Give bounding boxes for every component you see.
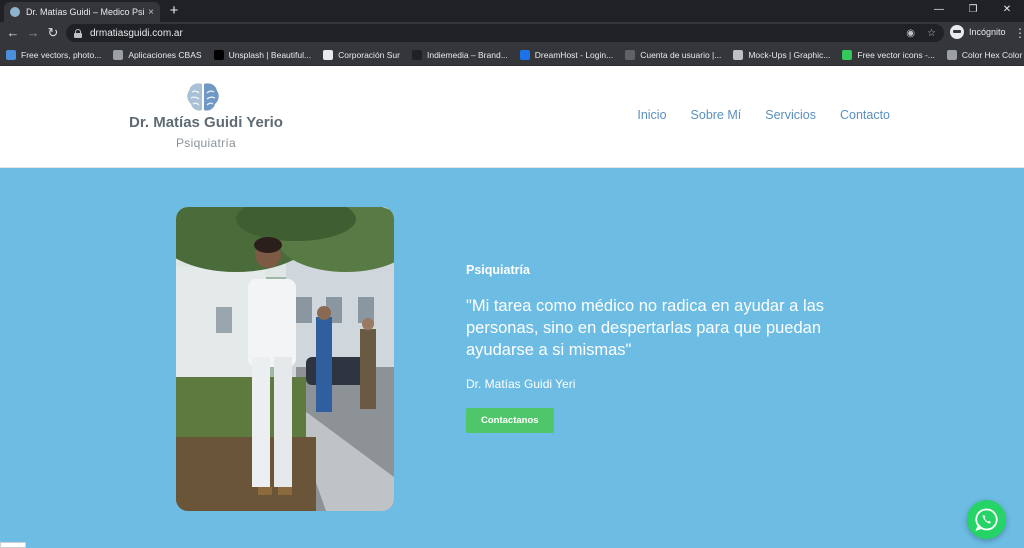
new-tab-button[interactable]: + — [166, 2, 182, 20]
minimize-icon[interactable]: — — [922, 0, 956, 20]
bookmark-favicon-icon — [946, 49, 957, 60]
bookmark-label: Free vector icons -... — [857, 49, 935, 60]
bookmark-favicon-icon — [113, 49, 124, 60]
close-window-icon[interactable]: ✕ — [990, 0, 1024, 20]
whatsapp-icon[interactable] — [967, 500, 1006, 539]
bookmark-favicon-icon — [213, 49, 224, 60]
status-stub — [0, 542, 26, 548]
bookmark-item[interactable]: Free vector icons -... — [842, 49, 935, 60]
url-text[interactable]: drmatiasguidi.com.ar — [90, 28, 894, 39]
bookmark-favicon-icon — [323, 49, 334, 60]
nav-link-sobre-mi[interactable]: Sobre Mí — [691, 108, 742, 122]
doctor-photo — [176, 207, 394, 511]
bookmark-item[interactable]: Unsplash | Beautiful... — [213, 49, 312, 60]
browser-toolbar: ← → ↻ drmatiasguidi.com.ar ◉ ☆ Incógnito… — [0, 22, 1024, 44]
bookmark-favicon-icon — [411, 49, 422, 60]
tab-title: Dr. Matías Guidi – Medico Psiqui... — [26, 7, 144, 17]
nav-link-inicio[interactable]: Inicio — [637, 108, 666, 122]
menu-dots-icon[interactable]: ⋮ — [1014, 24, 1024, 42]
bookmark-label: Mock-Ups | Graphic... — [748, 49, 831, 60]
back-arrow-icon[interactable]: ← — [4, 24, 22, 42]
hero-label: Psiquiatría — [466, 263, 530, 277]
bookmark-label: Unsplash | Beautiful... — [228, 49, 312, 60]
bookmark-item[interactable]: Corporación Sur — [323, 49, 400, 60]
bookmark-favicon-icon — [625, 49, 636, 60]
reload-icon[interactable]: ↻ — [44, 24, 62, 42]
browser-tab[interactable]: Dr. Matías Guidi – Medico Psiqui... × — [4, 2, 160, 22]
bookmark-item[interactable]: DreamHost - Login... — [519, 49, 614, 60]
site-header: Dr. Matías Guidi Yerio Psiquiatría Inici… — [0, 66, 1024, 168]
forward-arrow-icon[interactable]: → — [24, 24, 42, 42]
hero-quote: "Mi tarea como médico no radica en ayuda… — [466, 297, 825, 359]
bookmark-label: Cuenta de usuario |... — [640, 49, 722, 60]
brand-name[interactable]: Dr. Matías Guidi Yerio — [120, 114, 292, 131]
bookmark-item[interactable]: Mock-Ups | Graphic... — [733, 49, 831, 60]
bookmark-label: Aplicaciones CBAS — [128, 49, 202, 60]
bookmark-favicon-icon — [519, 49, 530, 60]
hero-text-block: Psiquiatría "Mi tarea como médico no rad… — [466, 263, 886, 433]
bookmark-label: Free vectors, photo... — [21, 49, 102, 60]
bookmark-item[interactable]: Color Hex Color Co... — [946, 49, 1024, 60]
main-nav: Inicio Sobre Mí Servicios Contacto — [613, 108, 890, 122]
bookmark-item[interactable]: Cuenta de usuario |... — [625, 49, 722, 60]
bookmarks-bar: Free vectors, photo... Aplicaciones CBAS U… — [0, 44, 1024, 66]
bookmark-label: Corporación Sur — [338, 49, 400, 60]
brand-subtitle: Psiquiatría — [176, 136, 236, 150]
bookmark-favicon-icon — [733, 49, 744, 60]
eye-slash-icon[interactable]: ◉ — [906, 28, 915, 39]
brain-favicon-icon — [10, 7, 20, 17]
bookmark-label: Color Hex Color Co... — [961, 49, 1024, 60]
browser-tabstrip: Dr. Matías Guidi – Medico Psiqui... × + … — [0, 0, 1024, 22]
tab-close-icon[interactable]: × — [148, 7, 154, 18]
contact-button[interactable]: Contactanos — [466, 408, 554, 433]
star-icon[interactable]: ☆ — [927, 28, 936, 39]
incognito-icon — [950, 25, 964, 39]
nav-link-contacto[interactable]: Contacto — [840, 108, 890, 122]
hero-author: Dr. Matías Guidi Yeri — [466, 377, 576, 391]
bookmark-label: DreamHost - Login... — [534, 49, 614, 60]
bookmark-label: Indiemedia – Brand... — [426, 49, 508, 60]
hero-section: Psiquiatría "Mi tarea como médico no rad… — [0, 168, 1024, 548]
bookmark-item[interactable]: Free vectors, photo... — [6, 49, 102, 60]
bookmark-favicon-icon — [6, 49, 16, 60]
incognito-indicator[interactable]: Incógnito — [950, 25, 1006, 39]
brain-logo-icon[interactable] — [186, 81, 220, 113]
window-controls: — ❐ ✕ — [922, 0, 1024, 22]
lock-icon — [74, 28, 82, 38]
incognito-label: Incógnito — [969, 27, 1006, 37]
restore-icon[interactable]: ❐ — [956, 0, 990, 20]
bookmark-item[interactable]: Aplicaciones CBAS — [113, 49, 202, 60]
address-bar[interactable]: drmatiasguidi.com.ar ◉ ☆ — [66, 24, 944, 42]
bookmark-item[interactable]: Indiemedia – Brand... — [411, 49, 508, 60]
nav-link-servicios[interactable]: Servicios — [765, 108, 816, 122]
bookmark-favicon-icon — [842, 49, 853, 60]
